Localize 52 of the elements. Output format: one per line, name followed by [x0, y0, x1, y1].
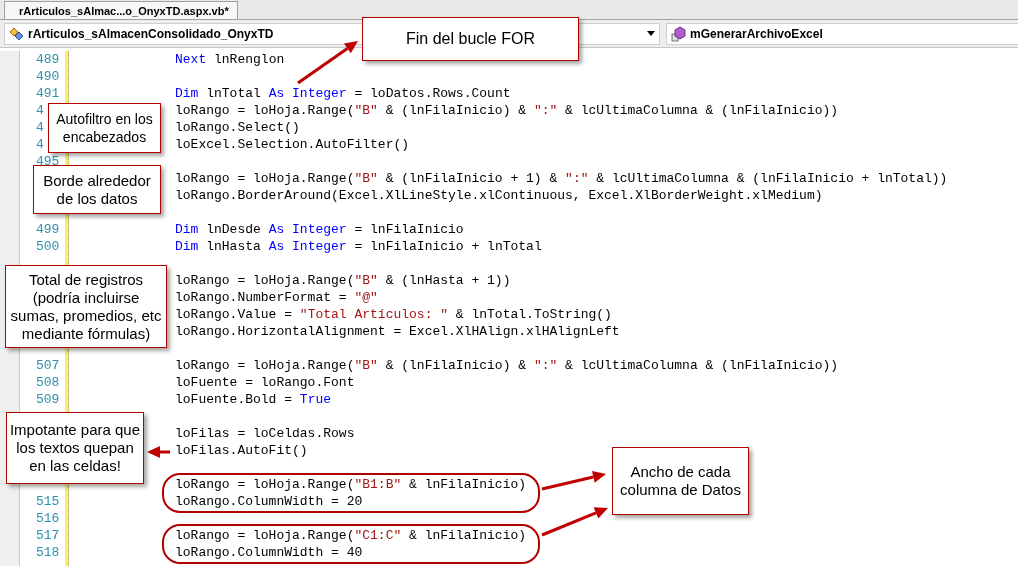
code-line: Dim lnTotal As Integer = loDatos.Rows.Count	[175, 85, 511, 102]
note-tooltip: Borde alrededor de los datos	[33, 165, 161, 214]
code-line: loRango = loHoja.Range("B1:B" & lnFilaInicio)	[175, 476, 527, 493]
line-number: 517	[36, 527, 60, 544]
line-number: 515	[36, 493, 60, 510]
class-icon	[9, 26, 25, 41]
note-tooltip: Fin del bucle FOR	[362, 17, 579, 61]
arrow	[541, 471, 606, 491]
line-number: 4	[36, 119, 44, 136]
note-tooltip: Total de registros (podría incluirse sumas, promedios, etc mediante fórmulas)	[5, 265, 167, 348]
arrow	[541, 507, 608, 537]
arrow	[147, 446, 170, 458]
line-number: 507	[36, 357, 60, 374]
line-number: 500	[36, 238, 60, 255]
line-number: 509	[36, 391, 60, 408]
member-dropdown[interactable]: mGenerarArchivoExcel	[666, 22, 1018, 45]
line-number: 490	[36, 68, 60, 85]
arrow	[297, 41, 358, 85]
code-line: loFuente = loRango.Font	[175, 374, 355, 391]
code-line: loRango = loHoja.Range("B" & (lnFilaInicio) & ":" & lcUltimaColumna & (lnFilaInicio))	[175, 102, 839, 119]
code-line: loFilas = loCeldas.Rows	[175, 425, 355, 442]
code-line: loRango = loHoja.Range("B" & (lnFilaInicio + 1) & ":" & lcUltimaColumna & (lnFilaInicio + lnTotal))	[175, 170, 948, 187]
code-line: loRango.Value = "Total Artículos: " & lnTotal.ToString()	[175, 306, 612, 323]
caret-icon	[647, 31, 655, 36]
code-line: loRango.ColumnWidth = 40	[175, 544, 363, 561]
line-number: 516	[36, 510, 60, 527]
code-line: loRango.BorderAround(Excel.XlLineStyle.xlContinuous, Excel.XlBorderWeight.xlMedium)	[175, 187, 823, 204]
line-number: 4	[36, 136, 44, 153]
note-tooltip: Impotante para que los textos quepan en las celdas!	[6, 412, 144, 484]
code-line: loFilas.AutoFit()	[175, 442, 308, 459]
file-tab[interactable]: rArticulos_sAlmac...o_OnyxTD.aspx.vb*	[4, 1, 238, 19]
code-line: loRango = loHoja.Range("B" & (lnHasta + 1))	[175, 272, 511, 289]
code-line: loRango = loHoja.Range("C1:C" & lnFilaInicio)	[175, 527, 527, 544]
code-line: loExcel.Selection.AutoFilter()	[175, 136, 410, 153]
code-line: loRango.ColumnWidth = 20	[175, 493, 363, 510]
code-line: loRango = loHoja.Range("B" & (lnFilaInicio) & ":" & lcUltimaColumna & (lnFilaInicio))	[175, 357, 839, 374]
line-number: 489	[36, 51, 60, 68]
code-line: Dim lnDesde As Integer = lnFilaInicio	[175, 221, 464, 238]
code-line: loRango.NumberFormat = "@"	[175, 289, 378, 306]
line-number: 518	[36, 544, 60, 561]
note-tooltip: Ancho de cada columna de Datos	[612, 447, 749, 515]
note-tooltip: Autofiltro en los encabezados	[48, 103, 161, 153]
code-line: loRango.HorizontalAlignment = Excel.XlHAlign.xlHAlignLeft	[175, 323, 620, 340]
code-line: Next lnRenglon	[175, 51, 285, 68]
line-number: 491	[36, 85, 60, 102]
method-icon	[671, 25, 687, 42]
line-number: 508	[36, 374, 60, 391]
code-line: Dim lnHasta As Integer = lnFilaInicio + lnTotal	[175, 238, 542, 255]
line-number: 4	[36, 102, 44, 119]
code-line: loRango.Select()	[175, 119, 300, 136]
line-number: 499	[36, 221, 60, 238]
code-line: loFuente.Bold = True	[175, 391, 332, 408]
